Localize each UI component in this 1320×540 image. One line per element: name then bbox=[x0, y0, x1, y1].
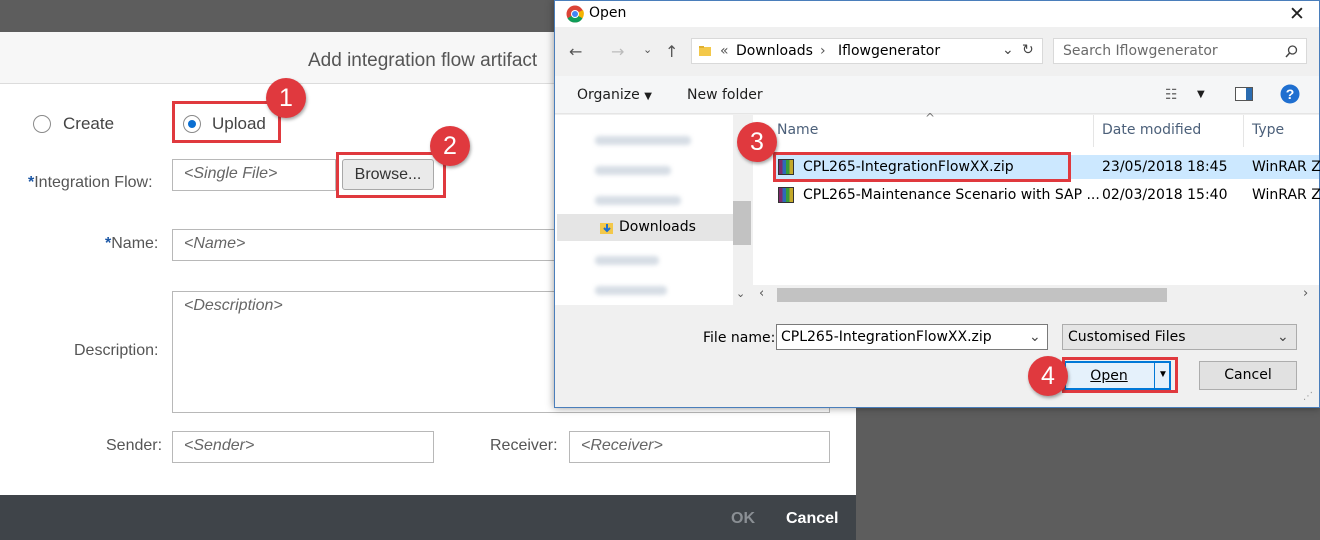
downloads-folder-icon bbox=[600, 223, 613, 234]
step-badge-2: 2 bbox=[430, 126, 470, 166]
refresh-icon[interactable]: ↻ bbox=[1022, 42, 1034, 58]
file-date: 23/05/2018 18:45 bbox=[1102, 159, 1228, 175]
file-name-value[interactable]: CPL265-IntegrationFlowXX.zip bbox=[781, 329, 992, 345]
file-list: ^ Name Date modified Type CPL265-Integra… bbox=[753, 111, 1320, 305]
cancel-button[interactable]: Cancel bbox=[786, 510, 838, 528]
view-dropdown-icon[interactable]: ▼ bbox=[1197, 89, 1205, 100]
receiver-label: Receiver: bbox=[490, 437, 558, 454]
organize-label[interactable]: Organize bbox=[577, 87, 640, 103]
open-dialog-cancel-label[interactable]: Cancel bbox=[1200, 367, 1296, 383]
file-name-dropdown-icon[interactable]: ⌄ bbox=[1029, 329, 1041, 345]
receiver-input[interactable]: <Receiver> bbox=[569, 431, 830, 463]
create-radio-label[interactable]: Create bbox=[63, 114, 114, 134]
scroll-right-icon[interactable]: › bbox=[1303, 286, 1308, 301]
create-radio[interactable] bbox=[33, 115, 51, 133]
horizontal-scrollbar[interactable]: ‹ › bbox=[753, 285, 1319, 305]
up-arrow-icon[interactable]: ↑ bbox=[665, 42, 678, 61]
name-label: *Name: bbox=[105, 235, 158, 253]
file-type-value[interactable]: Customised Files bbox=[1068, 329, 1186, 345]
blurred-nav-item[interactable] bbox=[595, 166, 671, 175]
folder-icon bbox=[699, 46, 711, 56]
new-folder-button[interactable]: New folder bbox=[687, 87, 763, 103]
dialog-title: Add integration flow artifact bbox=[308, 50, 538, 71]
file-open-dialog: Open ✕ ← → ⌄ ↑ « Downloads › Iflowgenera… bbox=[554, 0, 1320, 408]
file-type-dropdown-icon[interactable]: ⌄ bbox=[1277, 329, 1289, 345]
search-input[interactable]: Search Iflowgenerator bbox=[1063, 43, 1218, 59]
blurred-nav-item[interactable] bbox=[595, 196, 681, 205]
browse-highlight bbox=[336, 152, 446, 198]
sort-ascending-icon: ^ bbox=[925, 111, 936, 125]
file-name[interactable]: CPL265-Maintenance Scenario with SAP ... bbox=[803, 187, 1100, 203]
integration-flow-label-text: Integration Flow: bbox=[34, 174, 153, 191]
horizontal-scrollbar-thumb[interactable] bbox=[777, 288, 1167, 302]
file-name-input[interactable]: CPL265-IntegrationFlowXX.zip ⌄ bbox=[776, 324, 1048, 350]
recent-locations-chevron-icon[interactable]: ⌄ bbox=[643, 43, 652, 56]
column-divider[interactable] bbox=[1243, 115, 1244, 147]
blurred-nav-item[interactable] bbox=[595, 256, 659, 265]
organize-menu[interactable]: Organize ▼ bbox=[577, 87, 652, 103]
preview-pane-icon[interactable] bbox=[1235, 87, 1253, 101]
chrome-icon bbox=[566, 5, 584, 23]
step-badge-3: 3 bbox=[737, 122, 777, 162]
description-label: Description: bbox=[74, 342, 159, 359]
ok-button[interactable]: OK bbox=[731, 510, 755, 528]
open-dialog-title: Open bbox=[589, 5, 627, 21]
breadcrumb-separator: › bbox=[820, 43, 826, 59]
scroll-left-icon[interactable]: ‹ bbox=[759, 286, 764, 301]
upload-highlight bbox=[172, 101, 281, 143]
column-date-modified[interactable]: Date modified bbox=[1102, 122, 1201, 138]
search-box[interactable]: Search Iflowgenerator bbox=[1053, 38, 1307, 64]
selected-file-highlight bbox=[773, 152, 1071, 182]
integration-flow-label: *Integration Flow: bbox=[28, 174, 153, 192]
name-input[interactable]: <Name> bbox=[172, 229, 562, 261]
name-label-text: Name: bbox=[111, 235, 159, 252]
file-type: WinRAR Z bbox=[1252, 159, 1320, 175]
breadcrumb-iflowgenerator[interactable]: Iflowgenerator bbox=[838, 43, 940, 59]
integration-flow-input[interactable]: <Single File> bbox=[172, 159, 336, 191]
file-name-label: File name: bbox=[703, 330, 776, 346]
file-row[interactable]: CPL265-Maintenance Scenario with SAP ...… bbox=[775, 183, 1320, 207]
column-divider[interactable] bbox=[1093, 115, 1094, 147]
blurred-nav-item[interactable] bbox=[595, 136, 691, 145]
resize-grip-icon[interactable]: ⋰ bbox=[1303, 391, 1313, 402]
breadcrumb-downloads[interactable]: Downloads bbox=[736, 43, 813, 59]
dialog-toolbar: Organize ▼ New folder ☷ ▼ ? bbox=[555, 76, 1319, 114]
search-icon[interactable] bbox=[1285, 45, 1298, 58]
nav-downloads-label[interactable]: Downloads bbox=[619, 219, 696, 235]
organize-dropdown-icon[interactable]: ▼ bbox=[644, 91, 652, 102]
close-icon[interactable]: ✕ bbox=[1289, 3, 1305, 25]
step-badge-1: 1 bbox=[266, 78, 306, 118]
file-date: 02/03/2018 15:40 bbox=[1102, 187, 1228, 203]
file-type: WinRAR Z bbox=[1252, 187, 1320, 203]
step-badge-4: 4 bbox=[1028, 356, 1068, 396]
forward-arrow-icon[interactable]: → bbox=[611, 42, 624, 61]
winrar-archive-icon bbox=[778, 187, 794, 203]
address-bar[interactable]: « Downloads › Iflowgenerator ⌄ ↻ bbox=[691, 38, 1043, 64]
svg-text:?: ? bbox=[1286, 86, 1295, 102]
open-button-highlight bbox=[1062, 357, 1178, 393]
blurred-nav-item[interactable] bbox=[595, 286, 667, 295]
scroll-down-icon[interactable]: ⌄ bbox=[736, 287, 745, 300]
nav-item-downloads[interactable]: Downloads bbox=[557, 214, 733, 241]
breadcrumb-overflow[interactable]: « bbox=[720, 43, 729, 59]
column-type[interactable]: Type bbox=[1252, 122, 1284, 138]
sender-input[interactable]: <Sender> bbox=[172, 431, 434, 463]
open-dialog-cancel-button[interactable]: Cancel bbox=[1199, 361, 1297, 390]
sender-label: Sender: bbox=[106, 437, 163, 454]
dialog-footer: OK Cancel bbox=[0, 495, 856, 540]
address-dropdown-icon[interactable]: ⌄ bbox=[1002, 42, 1014, 58]
nav-scrollbar-thumb[interactable] bbox=[733, 201, 751, 245]
back-arrow-icon[interactable]: ← bbox=[569, 42, 582, 61]
open-dialog-titlebar: Open ✕ bbox=[555, 1, 1319, 27]
column-name[interactable]: Name bbox=[777, 122, 818, 138]
navigation-pane: Downloads ⌄ bbox=[555, 115, 751, 305]
help-icon[interactable]: ? bbox=[1280, 84, 1300, 104]
view-options-icon[interactable]: ☷ bbox=[1165, 87, 1178, 103]
file-type-select[interactable]: Customised Files ⌄ bbox=[1062, 324, 1297, 350]
